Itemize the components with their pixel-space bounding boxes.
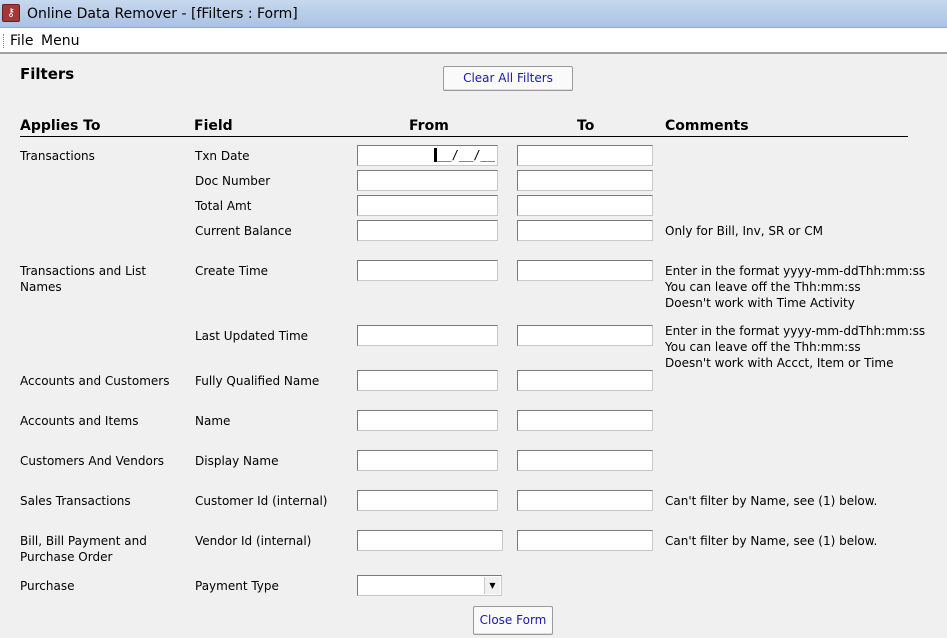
column-header-comments: Comments bbox=[665, 118, 749, 134]
name-from-input[interactable] bbox=[357, 410, 498, 431]
total-amt-from-input[interactable] bbox=[357, 195, 498, 216]
clear-all-filters-button[interactable]: Clear All Filters bbox=[443, 66, 573, 91]
applies-to-label: Purchase Order bbox=[20, 550, 113, 564]
name-to-input[interactable] bbox=[517, 410, 653, 431]
field-label-txn-date: Txn Date bbox=[195, 149, 250, 163]
display-name-from-input[interactable] bbox=[357, 450, 498, 471]
menu-file[interactable]: File bbox=[10, 33, 33, 49]
field-label-display-name: Display Name bbox=[195, 454, 279, 468]
doc-number-from-input[interactable] bbox=[357, 170, 498, 191]
column-header-applies-to: Applies To bbox=[20, 118, 101, 134]
window-title: Online Data Remover - [fFilters : Form] bbox=[27, 6, 298, 22]
comment-text: Can't filter by Name, see (1) below. bbox=[665, 534, 878, 548]
fully-qualified-name-from-input[interactable] bbox=[357, 370, 498, 391]
field-label-vendor-id: Vendor Id (internal) bbox=[195, 534, 312, 548]
comment-text: Enter in the format yyyy-mm-ddThh:mm:ss bbox=[665, 264, 926, 278]
header-divider bbox=[20, 136, 908, 137]
create-time-to-input[interactable] bbox=[517, 260, 653, 281]
comment-text: You can leave off the Thh:mm:ss bbox=[665, 340, 861, 354]
applies-to-label: Transactions bbox=[20, 149, 95, 163]
applies-to-label: Sales Transactions bbox=[20, 494, 131, 508]
comment-text: You can leave off the Thh:mm:ss bbox=[665, 280, 861, 294]
filters-form: Filters Clear All Filters Applies To Fie… bbox=[0, 56, 947, 638]
comment-text: Doesn't work with Accct, Item or Time bbox=[665, 356, 894, 370]
field-label-customer-id: Customer Id (internal) bbox=[195, 494, 328, 508]
applies-to-label: Transactions and List bbox=[20, 264, 147, 278]
last-updated-time-from-input[interactable] bbox=[357, 325, 498, 346]
column-header-from: From bbox=[409, 118, 449, 134]
txn-date-from-value: __/__/__ bbox=[437, 148, 495, 162]
field-label-doc-number: Doc Number bbox=[195, 174, 271, 188]
chevron-down-icon[interactable]: ▼ bbox=[484, 577, 500, 594]
last-updated-time-to-input[interactable] bbox=[517, 325, 653, 346]
current-balance-to-input[interactable] bbox=[517, 220, 653, 241]
field-label-total-amt: Total Amt bbox=[195, 199, 252, 213]
txn-date-to-input[interactable] bbox=[517, 145, 653, 166]
applies-to-label: Names bbox=[20, 280, 62, 294]
comment-text: Doesn't work with Time Activity bbox=[665, 296, 855, 310]
date-mask: __/__/__ bbox=[434, 148, 495, 162]
field-label-create-time: Create Time bbox=[195, 264, 269, 278]
menu-grip bbox=[3, 34, 5, 48]
applies-to-label: Accounts and Customers bbox=[20, 374, 170, 388]
field-label-fully-qualified-name: Fully Qualified Name bbox=[195, 374, 320, 388]
comment-text: Only for Bill, Inv, SR or CM bbox=[665, 224, 823, 238]
payment-type-select[interactable]: ▼ bbox=[357, 575, 502, 596]
comment-text: Enter in the format yyyy-mm-ddThh:mm:ss bbox=[665, 324, 926, 338]
field-label-current-balance: Current Balance bbox=[195, 224, 292, 238]
field-label-last-updated-time: Last Updated Time bbox=[195, 329, 309, 343]
comment-text: Can't filter by Name, see (1) below. bbox=[665, 494, 878, 508]
field-label-payment-type: Payment Type bbox=[195, 579, 279, 593]
applies-to-label: Bill, Bill Payment and bbox=[20, 534, 147, 548]
close-form-button[interactable]: Close Form bbox=[473, 606, 553, 635]
page-title: Filters bbox=[20, 65, 75, 83]
column-header-to: To bbox=[577, 118, 595, 134]
total-amt-to-input[interactable] bbox=[517, 195, 653, 216]
applies-to-label: Purchase bbox=[20, 579, 75, 593]
customer-id-from-input[interactable] bbox=[357, 490, 498, 511]
txn-date-from-input[interactable]: __/__/__ bbox=[357, 145, 498, 166]
vendor-id-to-input[interactable] bbox=[517, 530, 653, 551]
vendor-id-from-input[interactable] bbox=[357, 530, 503, 551]
display-name-to-input[interactable] bbox=[517, 450, 653, 471]
current-balance-from-input[interactable] bbox=[357, 220, 498, 241]
field-label-name: Name bbox=[195, 414, 231, 428]
applies-to-label: Customers And Vendors bbox=[20, 454, 165, 468]
create-time-from-input[interactable] bbox=[357, 260, 498, 281]
menu-menu[interactable]: Menu bbox=[41, 33, 79, 49]
title-bar: ⚷ Online Data Remover - [fFilters : Form… bbox=[0, 0, 947, 28]
access-key-icon[interactable]: ⚷ bbox=[2, 4, 20, 22]
customer-id-to-input[interactable] bbox=[517, 490, 653, 511]
column-header-field: Field bbox=[194, 118, 233, 134]
doc-number-to-input[interactable] bbox=[517, 170, 653, 191]
fully-qualified-name-to-input[interactable] bbox=[517, 370, 653, 391]
menu-bar: File Menu bbox=[0, 28, 947, 54]
applies-to-label: Accounts and Items bbox=[20, 414, 139, 428]
